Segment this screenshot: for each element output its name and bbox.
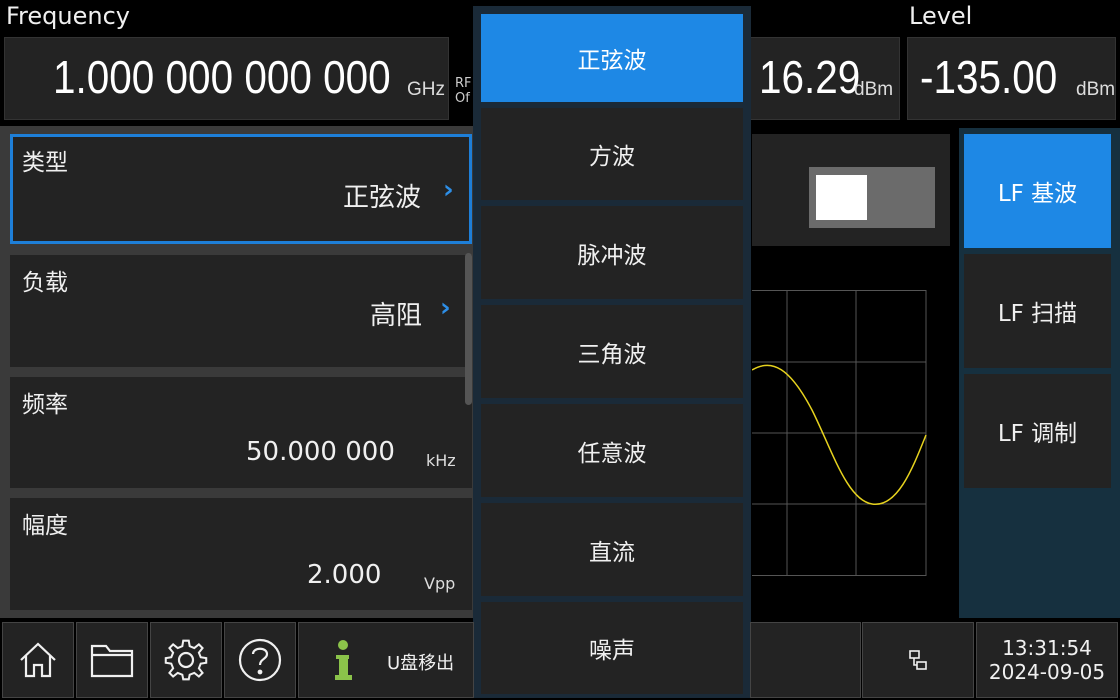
- frequency-unit: GHz: [407, 79, 445, 100]
- rf-status-line2: Of: [455, 91, 470, 106]
- status-message: U盘移出: [387, 653, 455, 674]
- chevron-right-icon: ›: [443, 175, 454, 205]
- frequency-label: Frequency: [6, 2, 130, 30]
- dropdown-item-pulse[interactable]: 脉冲波: [481, 206, 743, 299]
- info-icon: [335, 640, 352, 680]
- home-icon: [20, 642, 56, 678]
- gear-icon: [164, 639, 208, 681]
- folder-icon: [90, 644, 134, 678]
- param-frequency-label: 频率: [22, 392, 68, 418]
- param-load-value: 高阻: [370, 301, 423, 331]
- param-load-label: 负载: [22, 270, 68, 296]
- dropdown-item-noise[interactable]: 噪声: [481, 602, 743, 694]
- level-value: -135.00: [920, 51, 1058, 103]
- network-icon: [909, 650, 927, 670]
- help-button[interactable]: [224, 622, 296, 698]
- param-scrollbar[interactable]: [465, 253, 472, 405]
- status-message-area: U盘移出: [298, 622, 474, 698]
- help-icon: [238, 638, 282, 682]
- status-empty-slot: [750, 622, 861, 698]
- level-unit: dBm: [1076, 79, 1116, 100]
- param-type-value: 正弦波: [343, 183, 422, 213]
- clock-time: 13:31:54: [1002, 636, 1092, 660]
- output-toggle-card: [752, 134, 950, 246]
- param-frequency-value: 50.000 000: [246, 437, 395, 467]
- offset-unit: dBm: [854, 79, 894, 100]
- clock-display: 13:31:54 2024-09-05: [976, 622, 1118, 698]
- param-amplitude-label: 幅度: [22, 513, 68, 539]
- softkey-lf-modulation[interactable]: LF 调制: [964, 374, 1111, 488]
- param-frequency[interactable]: 频率 50.000 000 kHz: [10, 377, 472, 488]
- param-type-label: 类型: [22, 150, 68, 176]
- offset-value: 16.29: [759, 51, 861, 103]
- level-label: Level: [909, 2, 973, 30]
- chevron-right-icon: ›: [440, 293, 451, 323]
- dropdown-item-triangle[interactable]: 三角波: [481, 305, 743, 398]
- dropdown-item-arbitrary[interactable]: 任意波: [481, 404, 743, 497]
- param-amplitude-value: 2.000: [307, 560, 382, 590]
- dropdown-item-square[interactable]: 方波: [481, 108, 743, 200]
- softkey-lf-sweep[interactable]: LF 扫描: [964, 254, 1111, 368]
- level-display[interactable]: -135.00 dBm: [907, 37, 1116, 120]
- dropdown-item-sine[interactable]: 正弦波: [481, 14, 743, 102]
- rf-status[interactable]: RF Of: [455, 76, 472, 106]
- home-button[interactable]: [2, 622, 74, 698]
- param-amplitude-unit: Vpp: [424, 574, 456, 593]
- settings-button[interactable]: [150, 622, 222, 698]
- dropdown-item-dc[interactable]: 直流: [481, 503, 743, 596]
- clock-date: 2024-09-05: [988, 660, 1106, 684]
- param-load[interactable]: 负载 高阻 ›: [10, 255, 472, 367]
- rf-status-line1: RF: [455, 76, 472, 91]
- softkey-lf-basic[interactable]: LF 基波: [964, 134, 1111, 248]
- output-toggle-switch[interactable]: [809, 167, 935, 228]
- frequency-display[interactable]: 1.000 000 000 000 GHz: [4, 37, 449, 120]
- file-button[interactable]: [76, 622, 148, 698]
- param-amplitude[interactable]: 幅度 2.000 Vpp: [10, 498, 472, 610]
- param-type[interactable]: 类型 正弦波 ›: [10, 134, 472, 244]
- offset-display[interactable]: 16.29 dBm: [748, 37, 900, 120]
- waveform-grid: [752, 290, 927, 576]
- param-frequency-unit: kHz: [426, 451, 456, 470]
- toggle-knob: [816, 175, 867, 220]
- waveform-sine: [752, 364, 927, 505]
- waveform-preview: [752, 290, 927, 576]
- frequency-value: 1.000 000 000 000: [53, 51, 391, 103]
- network-button[interactable]: [862, 622, 974, 698]
